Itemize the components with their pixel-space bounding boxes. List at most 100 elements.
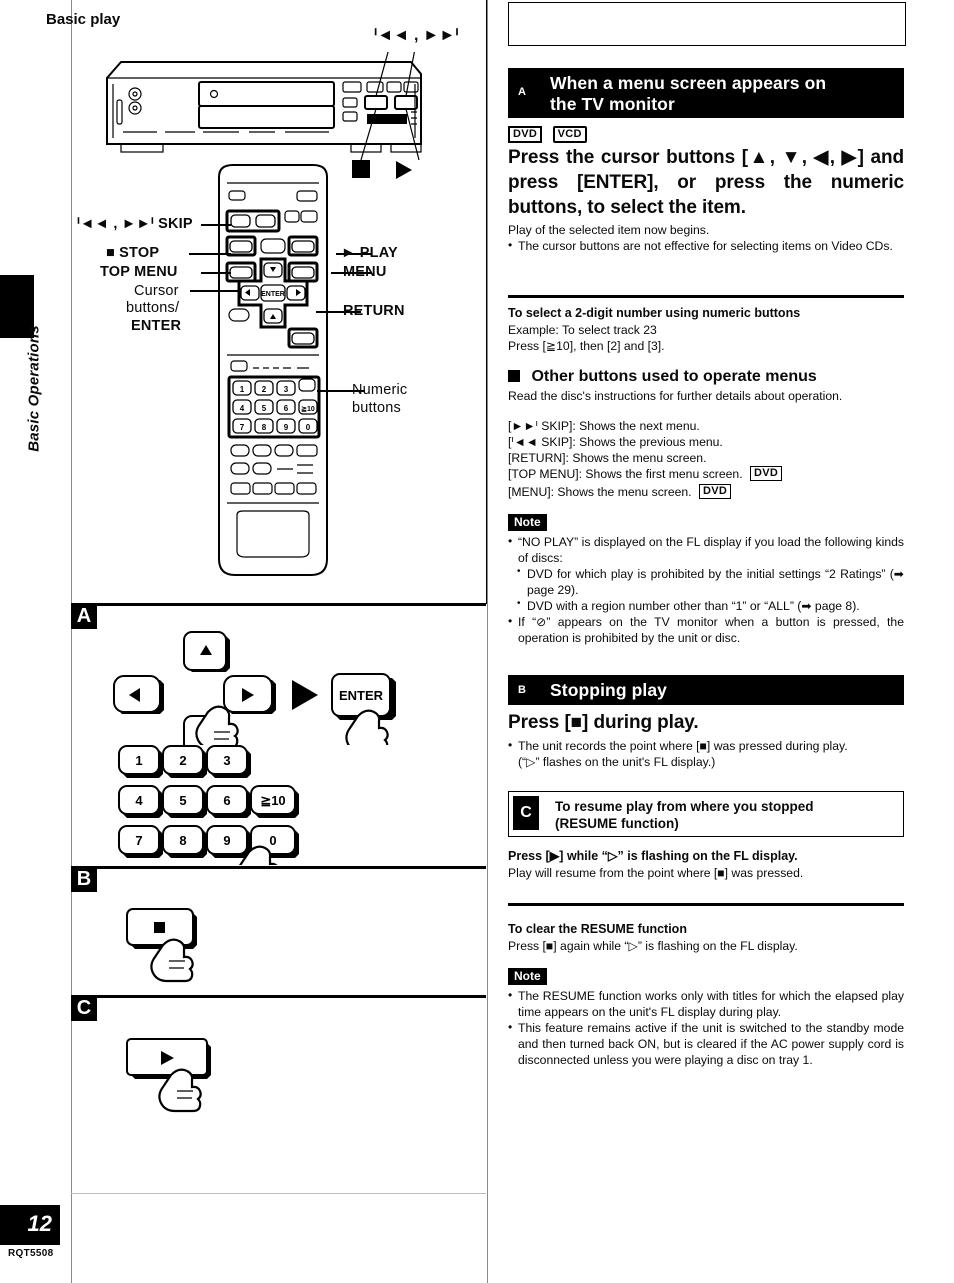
svg-text:≧10: ≧10	[301, 406, 315, 413]
section-a-note-label: Note	[508, 514, 547, 531]
section-a-headline: Press the cursor buttons [▲, ▼, ◀, ▶] an…	[508, 147, 904, 218]
svg-text:8: 8	[179, 833, 186, 848]
callout-return: RETURN	[343, 303, 405, 319]
svg-text:1: 1	[240, 385, 245, 394]
subbullet-text: DVD for which play is prohibited by the …	[508, 564, 904, 598]
other-buttons-item-3: [TOP MENU]: Shows the first menu screen.…	[508, 466, 904, 482]
rule-above-step-a	[71, 603, 486, 606]
svg-text:9: 9	[223, 833, 230, 848]
item-text: [ᑊ◄◄ SKIP]: Shows the previous menu.	[508, 435, 723, 449]
section-a-header: A When a menu screen appears on the TV m…	[508, 68, 904, 118]
model-code: RQT5508	[8, 1248, 54, 1259]
svg-text:3: 3	[223, 753, 230, 768]
other-buttons-intro: Read the disc's instructions for further…	[508, 389, 843, 403]
left-figure-column: ᑊ◄◄ , ►►ᑊ ENTER 1 2 3 4 5 6 ≧10 7 8 9 0 …	[71, 0, 487, 1283]
section-a-note-sub-1: DVD for which play is prohibited by the …	[508, 564, 904, 598]
step-b-badge: B	[71, 866, 97, 892]
svg-text:0: 0	[306, 423, 311, 432]
svg-text:6: 6	[284, 404, 289, 413]
step-b-stop-diagram	[126, 908, 197, 983]
section-b-header: B Stopping play	[508, 675, 904, 705]
section-a-note-sub-2: DVD with a region number other than “1” …	[508, 596, 904, 614]
svg-text:5: 5	[179, 793, 186, 808]
rule-above-2digit	[508, 295, 904, 298]
other-buttons-item-2: [RETURN]: Shows the menu screen.	[508, 450, 904, 466]
item-text: [RETURN]: Shows the menu screen.	[508, 451, 707, 465]
callout-numeric-l2: buttons	[352, 400, 401, 416]
svg-text:0: 0	[269, 833, 276, 848]
disc-tag-dvd: DVD	[508, 126, 543, 143]
svg-text:5: 5	[262, 404, 267, 413]
bullet-text: The RESUME function works only with titl…	[508, 987, 904, 1020]
section-a-title-line1: When a menu screen appears on	[550, 73, 827, 93]
clear-resume-line1: Press [■] again while “▷” is flashing on…	[508, 939, 798, 953]
callout-stop: ■ STOP	[106, 245, 160, 261]
svg-text:7: 7	[135, 833, 142, 848]
section-c-title-line1: To resume play from where you stopped	[555, 799, 814, 814]
disc-tag-vcd: VCD	[552, 126, 587, 143]
leader-stop	[189, 253, 231, 255]
step-a-cursor-diagram: ENTER	[113, 631, 396, 745]
disc-tag-dvd: DVD	[698, 484, 732, 499]
clear-resume-heading: To clear the RESUME function	[508, 922, 687, 936]
section-c-line1: Press [▶] while “▷” is flashing on the F…	[508, 849, 798, 863]
section-b-bullet-1-cont: (“▷” flashes on the unit's FL display.)	[518, 755, 716, 769]
remote-control-illustration: ENTER 1 2 3 4 5 6 ≧10 7 8 9 0	[218, 164, 328, 576]
section-c-note-label: Note	[508, 968, 547, 985]
step-c-play-diagram	[126, 1038, 211, 1113]
two-digit-line2: Press [≧10], then [2] and [3].	[508, 339, 665, 353]
section-a-title-line2: the TV monitor	[550, 94, 675, 114]
callout-cursor-l2: buttons/	[126, 300, 180, 316]
svg-text:7: 7	[240, 423, 245, 432]
section-a-note-bullet-2: If “⊘” appears on the TV monitor when a …	[508, 613, 904, 646]
bullet-text: “NO PLAY” is displayed on the FL display…	[508, 533, 904, 566]
svg-text:2: 2	[179, 753, 186, 768]
callout-cursor-l1: Cursor	[134, 283, 179, 299]
skip-marks-label: ᑊ◄◄ , ►►ᑊ	[374, 27, 459, 44]
other-buttons-heading: Other buttons used to operate menus	[531, 368, 817, 385]
bullet-text: The unit records the point where [■] was…	[508, 737, 904, 754]
callout-cursor-l3: ENTER	[131, 318, 182, 334]
item-text: [MENU]: Shows the menu screen.	[508, 485, 692, 499]
svg-text:2: 2	[262, 385, 267, 394]
other-buttons-heading-row: Other buttons used to operate menus	[508, 368, 817, 386]
rule-above-step-b	[71, 866, 486, 869]
step-a-numeric-diagram: 1 2 3 4 5 6 ≧10 7 8 9 0	[118, 745, 299, 865]
section-c-line2: Play will resume from the point where [■…	[508, 866, 804, 880]
basic-play-header-box	[508, 2, 906, 46]
svg-text:6: 6	[223, 793, 230, 808]
section-b-title: Stopping play	[550, 680, 667, 700]
leader-cursor	[190, 290, 241, 292]
callout-numeric-l1: Numeric	[352, 382, 408, 398]
square-bullet-icon	[508, 370, 520, 382]
bullet-text: This feature remains active if the unit …	[508, 1019, 904, 1068]
bullet-text: If “⊘” appears on the TV monitor when a …	[508, 613, 904, 646]
svg-text:≧10: ≧10	[260, 793, 285, 808]
other-buttons-item-4: [MENU]: Shows the menu screen. DVD	[508, 484, 904, 500]
chapter-tab-label: Basic Operations	[25, 325, 43, 452]
page-title: Basic play	[46, 11, 121, 28]
other-buttons-item-1: [ᑊ◄◄ SKIP]: Shows the previous menu.	[508, 434, 904, 450]
leader-skip	[201, 224, 231, 226]
section-c-note-bullet-2: This feature remains active if the unit …	[508, 1019, 904, 1068]
step-a-badge: A	[71, 603, 97, 629]
callout-top-menu: TOP MENU	[100, 264, 178, 280]
leader-top-menu	[201, 272, 231, 274]
section-c-note-bullet-1: The RESUME function works only with titl…	[508, 987, 904, 1020]
section-a-note-bullet-1: “NO PLAY” is displayed on the FL display…	[508, 533, 904, 566]
stop-mark-glyph	[352, 160, 370, 178]
subbullet-text: DVD with a region number other than “1” …	[508, 596, 904, 614]
svg-text:1: 1	[135, 753, 142, 768]
two-digit-heading: To select a 2-digit number using numeric…	[508, 306, 801, 320]
callout-menu: MENU	[343, 264, 387, 280]
section-b-headline: Press [■] during play.	[508, 712, 699, 733]
rule-above-clear-resume	[508, 903, 904, 906]
dvd-player-illustration	[106, 52, 422, 161]
section-c-title-line2: (RESUME function)	[555, 816, 679, 831]
item-text: [TOP MENU]: Shows the first menu screen.	[508, 467, 743, 481]
section-c-letter: C	[513, 796, 539, 830]
section-a-bullet-1: The cursor buttons are not effective for…	[508, 237, 904, 254]
callout-skip: ᑊ◄◄ , ►►ᑊ SKIP	[77, 216, 193, 232]
section-b-bullet-1: The unit records the point where [■] was…	[508, 737, 904, 754]
page-number-box: 12	[0, 1205, 60, 1245]
